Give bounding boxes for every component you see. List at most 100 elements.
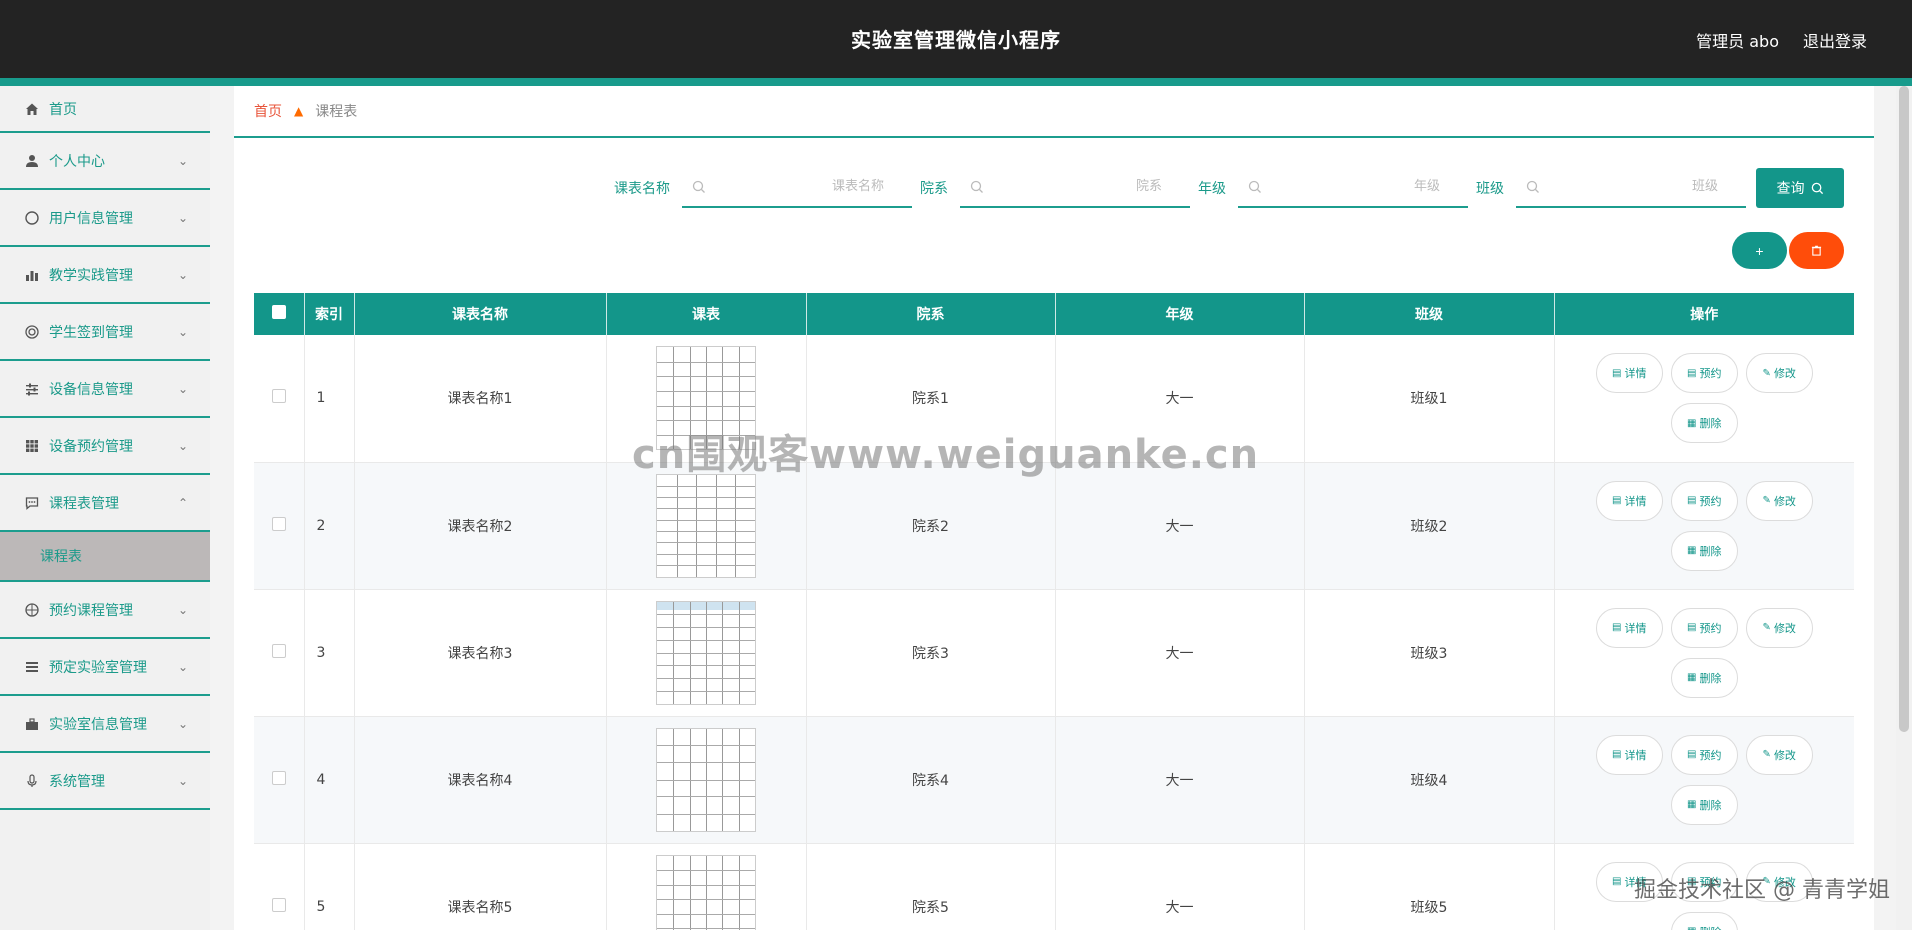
schedule-thumbnail-image[interactable] xyxy=(656,600,756,705)
user-label[interactable]: 管理员 abo xyxy=(1696,28,1779,52)
reserve-button-label: 预约 xyxy=(1699,621,1722,635)
sidebar-item-lab-booking[interactable]: 预定实验室管理 ⌄ xyxy=(0,639,210,696)
row-checkbox[interactable] xyxy=(271,389,286,404)
app-title: 实验室管理微信小程序 xyxy=(851,28,1061,52)
breadcrumb-separator-icon: ▲ xyxy=(294,104,304,118)
schedule-thumbnail-image[interactable] xyxy=(656,473,756,578)
document-icon: ▤ xyxy=(1687,367,1697,379)
add-button[interactable]: + xyxy=(1732,232,1787,269)
schedule-thumbnail-image[interactable] xyxy=(656,854,756,930)
sidebar-item-user-info[interactable]: 用户信息管理 ⌄ xyxy=(0,190,210,247)
row-grade: 大一 xyxy=(1055,462,1305,590)
course-name-input[interactable] xyxy=(724,168,884,204)
class-input[interactable] xyxy=(1558,168,1718,204)
search-field[interactable] xyxy=(960,168,1190,208)
row-grade: 大一 xyxy=(1055,843,1305,930)
reserve-button[interactable]: ▤ 预约 xyxy=(1670,607,1738,648)
sidebar-item-student-signin[interactable]: 学生签到管理 ⌄ xyxy=(0,304,210,361)
reserve-button-label: 预约 xyxy=(1699,367,1722,381)
sidebar-item-home[interactable]: 首页 xyxy=(0,86,210,133)
department-input[interactable] xyxy=(1002,168,1162,204)
row-checkbox[interactable] xyxy=(271,516,286,531)
delete-button[interactable]: ▦ 删除 xyxy=(1670,657,1738,698)
row-index: 4 xyxy=(304,716,355,844)
reserve-button[interactable]: ▤ 预约 xyxy=(1670,480,1738,521)
row-select-cell[interactable] xyxy=(254,716,305,844)
row-operations: ▤ 详情 ▤ 预约 ✎ 修改 ▦ 删除 xyxy=(1554,843,1854,930)
search-field[interactable] xyxy=(1516,168,1746,208)
table-row[interactable]: 2 课表名称2 院系2 大一 班级2 ▤ 详情 ▤ 预约 ✎ 修改 ▦ 删除 xyxy=(254,462,1854,590)
breadcrumb-home[interactable]: 首页 xyxy=(254,101,282,121)
row-index: 3 xyxy=(304,589,355,717)
detail-button[interactable]: ▤ 详情 xyxy=(1595,480,1663,521)
row-checkbox[interactable] xyxy=(271,643,286,658)
sidebar-item-device-reservation[interactable]: 设备预约管理 ⌄ xyxy=(0,418,210,475)
page-scrollbar[interactable] xyxy=(1896,86,1912,930)
row-course-name: 课表名称4 xyxy=(354,716,607,844)
table-row[interactable]: 5 课表名称5 院系5 大一 班级5 ▤ 详情 ▤ 预约 ✎ 修改 xyxy=(254,843,1854,930)
edit-button[interactable]: ✎ 修改 xyxy=(1745,607,1813,648)
delete-button[interactable]: ▦ 删除 xyxy=(1670,403,1738,444)
edit-button-label: 修改 xyxy=(1773,494,1796,508)
row-schedule-cell xyxy=(606,716,807,844)
row-class: 班级1 xyxy=(1304,335,1555,463)
schedule-thumbnail-image[interactable] xyxy=(656,727,756,832)
grade-input[interactable] xyxy=(1280,168,1440,204)
sidebar-item-label: 预定实验室管理 xyxy=(49,659,147,676)
sidebar-item-system[interactable]: 系统管理 ⌄ xyxy=(0,753,210,810)
row-select-cell[interactable] xyxy=(254,843,305,930)
logout-link[interactable]: 退出登录 xyxy=(1803,28,1867,52)
row-checkbox[interactable] xyxy=(271,897,286,912)
sidebar-item-device-info[interactable]: 设备信息管理 ⌄ xyxy=(0,361,210,418)
chevron-down-icon: ⌄ xyxy=(177,602,188,617)
schedule-thumbnail-image[interactable] xyxy=(656,346,756,451)
sidebar-subitem-course-table[interactable]: 课程表 xyxy=(0,532,210,582)
select-all-checkbox[interactable] xyxy=(271,305,286,319)
reserve-button[interactable]: ▤ 预约 xyxy=(1670,353,1738,394)
table-row[interactable]: 4 课表名称4 院系4 大一 班级4 ▤ 详情 ▤ 预约 ✎ 修改 ▦ 删除 xyxy=(254,716,1854,844)
scrollbar-thumb[interactable] xyxy=(1899,86,1909,732)
row-select-cell[interactable] xyxy=(254,335,305,463)
batch-delete-button[interactable] xyxy=(1789,232,1844,269)
detail-button[interactable]: ▤ 详情 xyxy=(1595,353,1663,394)
delete-button[interactable]: ▦ 删除 xyxy=(1670,530,1738,571)
query-button[interactable]: 查询 xyxy=(1756,168,1844,208)
delete-button-label: 删除 xyxy=(1699,671,1722,685)
row-operations: ▤ 详情 ▤ 预约 ✎ 修改 ▦ 删除 xyxy=(1554,716,1854,844)
grid-icon xyxy=(24,438,40,454)
top-bar: 实验室管理微信小程序 管理员 abo 退出登录 xyxy=(0,0,1912,78)
select-all-header[interactable] xyxy=(254,293,305,335)
edit-button[interactable]: ✎ 修改 xyxy=(1745,353,1813,394)
list-icon xyxy=(24,659,40,675)
delete-button[interactable]: ▦ 删除 xyxy=(1670,911,1738,930)
edit-button[interactable]: ✎ 修改 xyxy=(1745,480,1813,521)
edit-button[interactable]: ✎ 修改 xyxy=(1745,861,1813,902)
detail-button[interactable]: ▤ 详情 xyxy=(1595,734,1663,775)
detail-button[interactable]: ▤ 详情 xyxy=(1595,607,1663,648)
row-department: 院系3 xyxy=(806,589,1056,717)
sidebar-item-course-schedule[interactable]: 课程表管理 ⌃ xyxy=(0,475,210,532)
sidebar-item-personal-center[interactable]: 个人中心 ⌄ xyxy=(0,133,210,190)
reserve-button[interactable]: ▤ 预约 xyxy=(1670,734,1738,775)
sidebar-item-lab-info[interactable]: 实验室信息管理 ⌄ xyxy=(0,696,210,753)
search-field[interactable] xyxy=(682,168,912,208)
sidebar-item-teaching-practice[interactable]: 教学实践管理 ⌄ xyxy=(0,247,210,304)
mic-icon xyxy=(24,773,40,789)
table-row[interactable]: 1 课表名称1 院系1 大一 班级1 ▤ 详情 ▤ 预约 ✎ 修改 ▦ 删除 xyxy=(254,335,1854,463)
sidebar-item-label: 实验室信息管理 xyxy=(49,716,147,733)
bar-chart-icon xyxy=(24,267,40,283)
row-select-cell[interactable] xyxy=(254,462,305,590)
row-checkbox[interactable] xyxy=(271,770,286,785)
row-class: 班级2 xyxy=(1304,462,1555,590)
row-action-group: ▤ 详情 ▤ 预约 ✎ 修改 ▦ 删除 xyxy=(1589,734,1819,825)
sidebar-item-reserved-courses[interactable]: 预约课程管理 ⌄ xyxy=(0,582,210,639)
detail-button[interactable]: ▤ 详情 xyxy=(1595,861,1663,902)
reserve-button[interactable]: ▤ 预约 xyxy=(1670,861,1738,902)
edit-button-label: 修改 xyxy=(1773,875,1796,889)
row-operations: ▤ 详情 ▤ 预约 ✎ 修改 ▦ 删除 xyxy=(1554,589,1854,717)
row-select-cell[interactable] xyxy=(254,589,305,717)
delete-button[interactable]: ▦ 删除 xyxy=(1670,784,1738,825)
search-field[interactable] xyxy=(1238,168,1468,208)
edit-button[interactable]: ✎ 修改 xyxy=(1745,734,1813,775)
table-row[interactable]: 3 课表名称3 院系3 大一 班级3 ▤ 详情 ▤ 预约 ✎ 修改 ▦ 删除 xyxy=(254,589,1854,717)
